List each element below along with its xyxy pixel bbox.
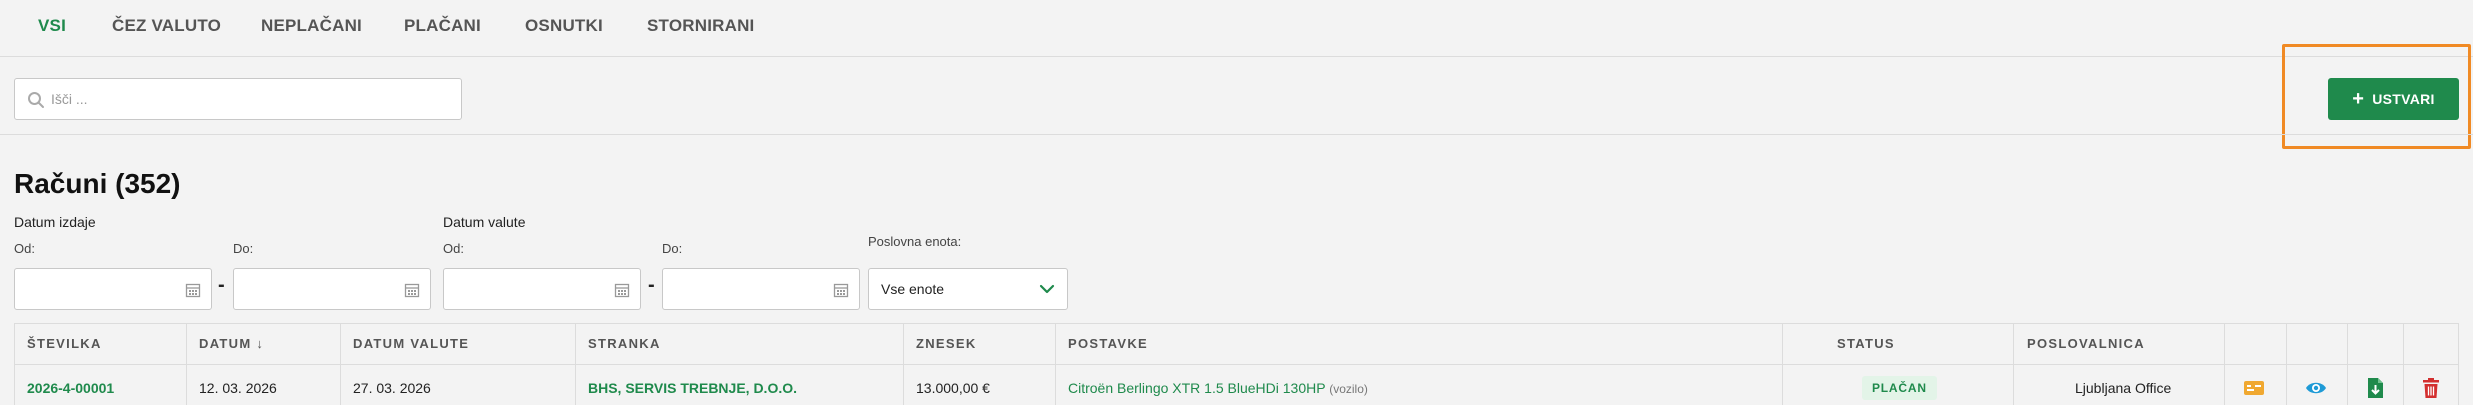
trash-icon[interactable] xyxy=(2420,377,2442,399)
range-dash: - xyxy=(218,274,225,296)
tab-cancelled[interactable]: STORNIRANI xyxy=(647,16,754,36)
create-button-label: USTVARI xyxy=(2372,91,2435,107)
col-header-amount[interactable]: ZNESEK xyxy=(903,324,977,364)
col-header-number[interactable]: ŠTEVILKA xyxy=(14,324,102,364)
eye-icon[interactable] xyxy=(2305,377,2327,399)
business-unit-label: Poslovna enota: xyxy=(868,234,962,249)
item-note: (vozilo) xyxy=(1329,382,1368,396)
calendar-icon xyxy=(185,283,201,298)
customer-link[interactable]: BHS, SERVIS TREBNJE, D.O.O. xyxy=(575,380,797,396)
range-dash: - xyxy=(648,274,655,296)
issue-date-label: Datum izdaje xyxy=(14,214,96,230)
invoices-table: ŠTEVILKA DATUM ↓ DATUM VALUTE STRANKA ZN… xyxy=(14,323,2459,405)
status-badge: PLAČAN xyxy=(1862,376,1937,400)
chevron-down-icon xyxy=(1039,284,1055,294)
col-header-customer[interactable]: STRANKA xyxy=(575,324,661,364)
business-unit-select[interactable]: Vse enote xyxy=(868,268,1068,310)
page-title: Računi (352) xyxy=(14,168,181,199)
plus-icon: + xyxy=(2352,88,2365,110)
tab-overdue[interactable]: ČEZ VALUTO xyxy=(112,16,221,36)
item-link[interactable]: Citroën Berlingo XTR 1.5 BlueHDi 130HP xyxy=(1068,380,1325,396)
tab-paid[interactable]: PLAČANI xyxy=(404,16,481,36)
due-date-from-label: Od: xyxy=(443,241,464,256)
issue-date-to-input[interactable] xyxy=(233,268,431,310)
download-icon[interactable] xyxy=(2364,377,2386,399)
col-header-branch[interactable]: POSLOVALNICA xyxy=(2014,324,2145,364)
search-icon xyxy=(28,92,44,108)
issue-date-from-label: Od: xyxy=(14,241,35,256)
calendar-icon xyxy=(404,283,420,298)
tab-bar: VSI ČEZ VALUTO NEPLAČANI PLAČANI OSNUTKI… xyxy=(0,0,2473,57)
invoice-icon-button[interactable] xyxy=(2243,377,2265,399)
col-header-date[interactable]: DATUM ↓ xyxy=(186,324,264,364)
issue-date-from-input[interactable] xyxy=(14,268,212,310)
col-header-due-date[interactable]: DATUM VALUTE xyxy=(340,324,469,364)
calendar-icon xyxy=(833,283,849,298)
due-date-to-label: Do: xyxy=(662,241,683,256)
tab-unpaid[interactable]: NEPLAČANI xyxy=(261,16,362,36)
invoice-amount: 13.000,00 € xyxy=(916,380,990,396)
col-header-items[interactable]: POSTAVKE xyxy=(1055,324,1148,364)
due-date-from-input[interactable] xyxy=(443,268,641,310)
calendar-icon xyxy=(614,283,630,298)
search-input[interactable] xyxy=(51,79,451,119)
tab-drafts[interactable]: OSNUTKI xyxy=(525,16,603,36)
business-unit-value: Vse enote xyxy=(881,281,945,297)
due-date-label: Datum valute xyxy=(443,214,526,230)
issue-date-to-label: Do: xyxy=(233,241,254,256)
due-date-to-input[interactable] xyxy=(662,268,860,310)
create-button[interactable]: + USTVARI xyxy=(2328,78,2459,120)
header-divider xyxy=(14,364,2459,365)
tab-all[interactable]: VSI xyxy=(38,16,66,36)
branch-name: Ljubljana Office xyxy=(2075,380,2172,396)
invoice-number-link[interactable]: 2026-4-00001 xyxy=(14,380,114,396)
divider xyxy=(0,134,2473,135)
search-box xyxy=(14,78,462,120)
invoice-items: Citroën Berlingo XTR 1.5 BlueHDi 130HP (… xyxy=(1055,380,1368,396)
invoice-due-date: 27. 03. 2026 xyxy=(353,380,431,396)
invoice-date: 12. 03. 2026 xyxy=(199,380,277,396)
col-header-status[interactable]: STATUS xyxy=(1824,324,1895,364)
